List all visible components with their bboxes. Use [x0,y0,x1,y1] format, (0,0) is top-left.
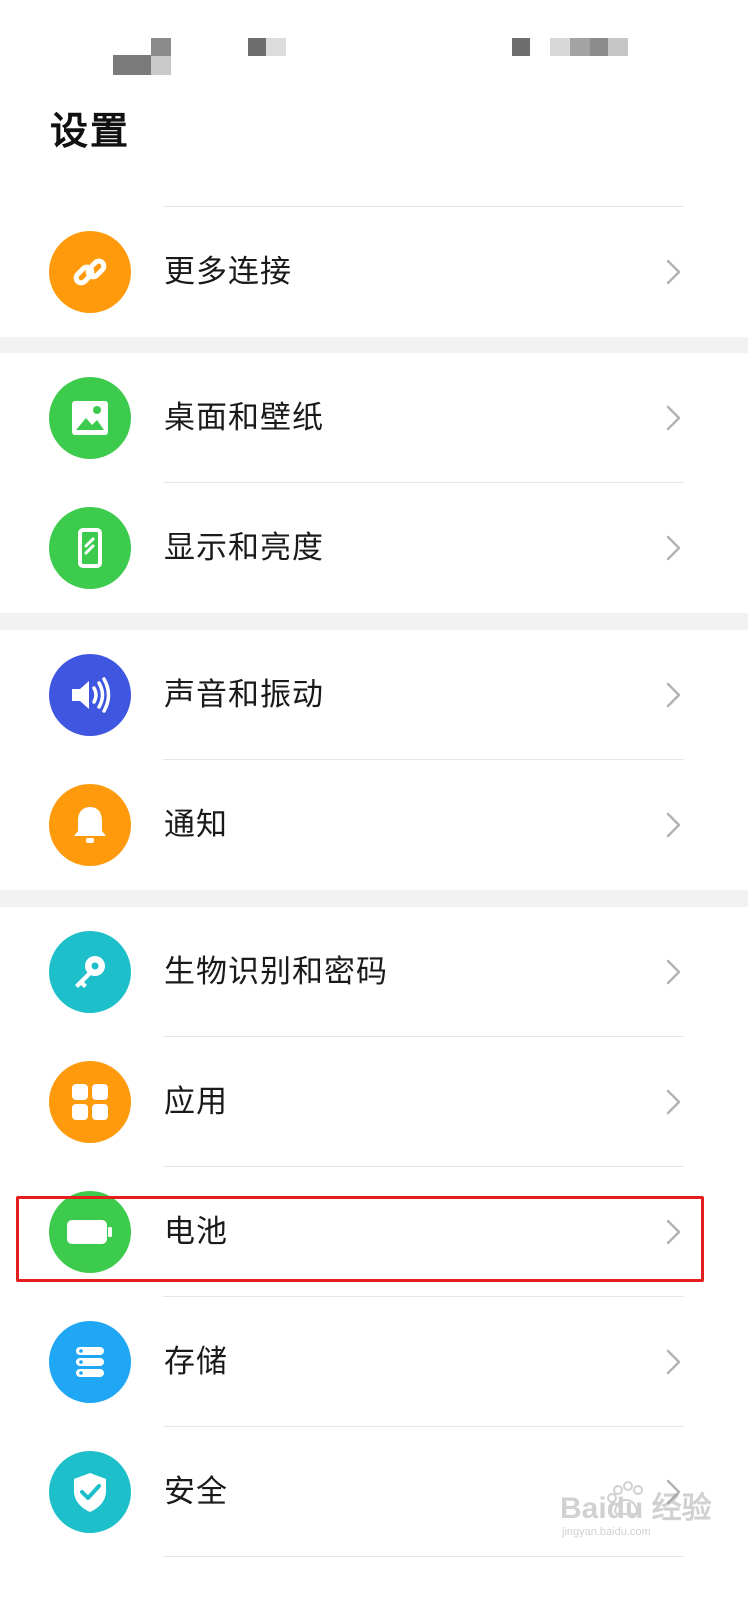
watermark-subtext: jingyan.baidu.com [561,1526,651,1538]
status-bar [0,0,748,90]
group-separator [0,613,748,630]
watermark-text: Baidu 经验 [560,1491,712,1525]
settings-item-more-connections[interactable]: 更多连接 [0,207,748,337]
divider [163,1556,684,1557]
baidu-jingyan-watermark: Baidu 经验 jingyan.baidu.com [560,1478,730,1538]
settings-item-apps[interactable]: 应用 [0,1037,748,1167]
phone-screen-icon [49,507,131,589]
link-icon [49,231,131,313]
chevron-right-icon [666,535,681,561]
chevron-right-icon [666,1349,681,1375]
settings-item-label: 应用 [164,1084,228,1120]
group-separator [0,890,748,907]
settings-item-label: 存储 [164,1344,228,1380]
shield-check-icon [49,1451,131,1533]
apps-grid-icon [49,1061,131,1143]
settings-item-desktop-wallpaper[interactable]: 桌面和壁纸 [0,353,748,483]
settings-item-label: 声音和振动 [164,677,324,713]
chevron-right-icon [666,682,681,708]
image-icon [49,377,131,459]
settings-item-label: 生物识别和密码 [164,954,388,990]
chevron-right-icon [666,1089,681,1115]
settings-item-biometrics-password[interactable]: 生物识别和密码 [0,907,748,1037]
chevron-right-icon [666,405,681,431]
settings-item-notifications[interactable]: 通知 [0,760,748,890]
key-icon [49,931,131,1013]
chevron-right-icon [666,959,681,985]
storage-icon [49,1321,131,1403]
highlight-box [16,1196,704,1282]
settings-item-label: 桌面和壁纸 [164,400,324,436]
speaker-icon [49,654,131,736]
settings-item-label: 安全 [164,1474,228,1510]
settings-item-display-brightness[interactable]: 显示和亮度 [0,483,748,613]
chevron-right-icon [666,812,681,838]
group-separator [0,337,748,353]
page-title: 设置 [50,109,131,153]
settings-item-sound-vibration[interactable]: 声音和振动 [0,630,748,760]
chevron-right-icon [666,259,681,285]
settings-item-storage[interactable]: 存储 [0,1297,748,1427]
bell-icon [49,784,131,866]
settings-item-label: 通知 [164,807,228,843]
settings-item-label: 显示和亮度 [164,530,324,566]
settings-item-label: 更多连接 [164,254,292,290]
